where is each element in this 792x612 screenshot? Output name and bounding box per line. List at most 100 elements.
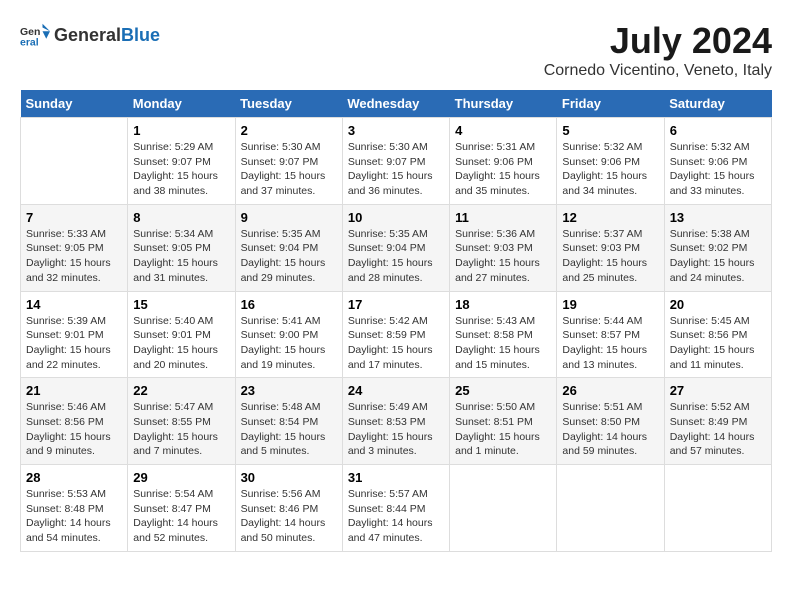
logo-general: General (54, 25, 121, 46)
table-row: 14 Sunrise: 5:39 AM Sunset: 9:01 PM Dayl… (21, 291, 128, 378)
table-row: 3 Sunrise: 5:30 AM Sunset: 9:07 PM Dayli… (342, 118, 449, 205)
calendar-table: Sunday Monday Tuesday Wednesday Thursday… (20, 90, 772, 552)
day-number: 18 (455, 297, 551, 312)
day-number: 25 (455, 383, 551, 398)
table-row: 6 Sunrise: 5:32 AM Sunset: 9:06 PM Dayli… (664, 118, 771, 205)
day-info: Sunrise: 5:56 AM Sunset: 8:46 PM Dayligh… (241, 487, 337, 546)
table-row: 28 Sunrise: 5:53 AM Sunset: 8:48 PM Dayl… (21, 465, 128, 552)
table-row: 1 Sunrise: 5:29 AM Sunset: 9:07 PM Dayli… (128, 118, 235, 205)
day-info: Sunrise: 5:51 AM Sunset: 8:50 PM Dayligh… (562, 400, 658, 459)
header-saturday: Saturday (664, 90, 771, 118)
table-row: 31 Sunrise: 5:57 AM Sunset: 8:44 PM Dayl… (342, 465, 449, 552)
day-number: 7 (26, 210, 122, 225)
table-row: 18 Sunrise: 5:43 AM Sunset: 8:58 PM Dayl… (450, 291, 557, 378)
table-row: 13 Sunrise: 5:38 AM Sunset: 9:02 PM Dayl… (664, 204, 771, 291)
table-row: 8 Sunrise: 5:34 AM Sunset: 9:05 PM Dayli… (128, 204, 235, 291)
table-row: 16 Sunrise: 5:41 AM Sunset: 9:00 PM Dayl… (235, 291, 342, 378)
day-info: Sunrise: 5:45 AM Sunset: 8:56 PM Dayligh… (670, 314, 766, 373)
day-info: Sunrise: 5:30 AM Sunset: 9:07 PM Dayligh… (348, 140, 444, 199)
table-row: 30 Sunrise: 5:56 AM Sunset: 8:46 PM Dayl… (235, 465, 342, 552)
day-number: 21 (26, 383, 122, 398)
calendar-week-1: 1 Sunrise: 5:29 AM Sunset: 9:07 PM Dayli… (21, 118, 772, 205)
table-row: 26 Sunrise: 5:51 AM Sunset: 8:50 PM Dayl… (557, 378, 664, 465)
table-row (557, 465, 664, 552)
table-row (450, 465, 557, 552)
calendar-header-row: Sunday Monday Tuesday Wednesday Thursday… (21, 90, 772, 118)
day-info: Sunrise: 5:37 AM Sunset: 9:03 PM Dayligh… (562, 227, 658, 286)
header-sunday: Sunday (21, 90, 128, 118)
table-row: 12 Sunrise: 5:37 AM Sunset: 9:03 PM Dayl… (557, 204, 664, 291)
day-number: 26 (562, 383, 658, 398)
day-number: 14 (26, 297, 122, 312)
day-info: Sunrise: 5:29 AM Sunset: 9:07 PM Dayligh… (133, 140, 229, 199)
day-number: 19 (562, 297, 658, 312)
table-row: 2 Sunrise: 5:30 AM Sunset: 9:07 PM Dayli… (235, 118, 342, 205)
logo: Gen eral GeneralBlue (20, 20, 160, 50)
day-number: 3 (348, 123, 444, 138)
header-monday: Monday (128, 90, 235, 118)
day-info: Sunrise: 5:31 AM Sunset: 9:06 PM Dayligh… (455, 140, 551, 199)
page-subtitle: Cornedo Vicentino, Veneto, Italy (544, 62, 772, 80)
day-info: Sunrise: 5:50 AM Sunset: 8:51 PM Dayligh… (455, 400, 551, 459)
day-number: 13 (670, 210, 766, 225)
header-tuesday: Tuesday (235, 90, 342, 118)
day-number: 29 (133, 470, 229, 485)
table-row (21, 118, 128, 205)
day-info: Sunrise: 5:34 AM Sunset: 9:05 PM Dayligh… (133, 227, 229, 286)
table-row: 29 Sunrise: 5:54 AM Sunset: 8:47 PM Dayl… (128, 465, 235, 552)
day-info: Sunrise: 5:39 AM Sunset: 9:01 PM Dayligh… (26, 314, 122, 373)
day-number: 11 (455, 210, 551, 225)
table-row: 25 Sunrise: 5:50 AM Sunset: 8:51 PM Dayl… (450, 378, 557, 465)
table-row: 17 Sunrise: 5:42 AM Sunset: 8:59 PM Dayl… (342, 291, 449, 378)
table-row: 20 Sunrise: 5:45 AM Sunset: 8:56 PM Dayl… (664, 291, 771, 378)
day-info: Sunrise: 5:32 AM Sunset: 9:06 PM Dayligh… (562, 140, 658, 199)
day-info: Sunrise: 5:41 AM Sunset: 9:00 PM Dayligh… (241, 314, 337, 373)
header-friday: Friday (557, 90, 664, 118)
svg-text:eral: eral (20, 37, 39, 49)
day-number: 4 (455, 123, 551, 138)
day-number: 10 (348, 210, 444, 225)
day-number: 31 (348, 470, 444, 485)
header-wednesday: Wednesday (342, 90, 449, 118)
day-info: Sunrise: 5:52 AM Sunset: 8:49 PM Dayligh… (670, 400, 766, 459)
day-info: Sunrise: 5:49 AM Sunset: 8:53 PM Dayligh… (348, 400, 444, 459)
day-number: 27 (670, 383, 766, 398)
logo-blue: Blue (121, 25, 160, 46)
table-row: 19 Sunrise: 5:44 AM Sunset: 8:57 PM Dayl… (557, 291, 664, 378)
table-row: 5 Sunrise: 5:32 AM Sunset: 9:06 PM Dayli… (557, 118, 664, 205)
table-row: 21 Sunrise: 5:46 AM Sunset: 8:56 PM Dayl… (21, 378, 128, 465)
table-row: 24 Sunrise: 5:49 AM Sunset: 8:53 PM Dayl… (342, 378, 449, 465)
day-info: Sunrise: 5:32 AM Sunset: 9:06 PM Dayligh… (670, 140, 766, 199)
table-row: 23 Sunrise: 5:48 AM Sunset: 8:54 PM Dayl… (235, 378, 342, 465)
day-number: 16 (241, 297, 337, 312)
page-header: Gen eral GeneralBlue July 2024 Cornedo V… (20, 20, 772, 80)
day-number: 30 (241, 470, 337, 485)
table-row: 27 Sunrise: 5:52 AM Sunset: 8:49 PM Dayl… (664, 378, 771, 465)
day-info: Sunrise: 5:33 AM Sunset: 9:05 PM Dayligh… (26, 227, 122, 286)
day-info: Sunrise: 5:46 AM Sunset: 8:56 PM Dayligh… (26, 400, 122, 459)
logo-text-block: GeneralBlue (54, 25, 160, 46)
day-number: 28 (26, 470, 122, 485)
day-info: Sunrise: 5:48 AM Sunset: 8:54 PM Dayligh… (241, 400, 337, 459)
day-number: 23 (241, 383, 337, 398)
calendar-week-5: 28 Sunrise: 5:53 AM Sunset: 8:48 PM Dayl… (21, 465, 772, 552)
day-number: 6 (670, 123, 766, 138)
table-row: 7 Sunrise: 5:33 AM Sunset: 9:05 PM Dayli… (21, 204, 128, 291)
day-number: 2 (241, 123, 337, 138)
day-info: Sunrise: 5:57 AM Sunset: 8:44 PM Dayligh… (348, 487, 444, 546)
table-row: 10 Sunrise: 5:35 AM Sunset: 9:04 PM Dayl… (342, 204, 449, 291)
day-info: Sunrise: 5:47 AM Sunset: 8:55 PM Dayligh… (133, 400, 229, 459)
day-info: Sunrise: 5:38 AM Sunset: 9:02 PM Dayligh… (670, 227, 766, 286)
calendar-week-3: 14 Sunrise: 5:39 AM Sunset: 9:01 PM Dayl… (21, 291, 772, 378)
day-number: 20 (670, 297, 766, 312)
day-info: Sunrise: 5:53 AM Sunset: 8:48 PM Dayligh… (26, 487, 122, 546)
table-row: 22 Sunrise: 5:47 AM Sunset: 8:55 PM Dayl… (128, 378, 235, 465)
title-area: July 2024 Cornedo Vicentino, Veneto, Ita… (544, 20, 772, 80)
day-info: Sunrise: 5:35 AM Sunset: 9:04 PM Dayligh… (241, 227, 337, 286)
calendar-week-4: 21 Sunrise: 5:46 AM Sunset: 8:56 PM Dayl… (21, 378, 772, 465)
day-info: Sunrise: 5:30 AM Sunset: 9:07 PM Dayligh… (241, 140, 337, 199)
day-info: Sunrise: 5:54 AM Sunset: 8:47 PM Dayligh… (133, 487, 229, 546)
calendar-week-2: 7 Sunrise: 5:33 AM Sunset: 9:05 PM Dayli… (21, 204, 772, 291)
table-row: 15 Sunrise: 5:40 AM Sunset: 9:01 PM Dayl… (128, 291, 235, 378)
day-number: 9 (241, 210, 337, 225)
